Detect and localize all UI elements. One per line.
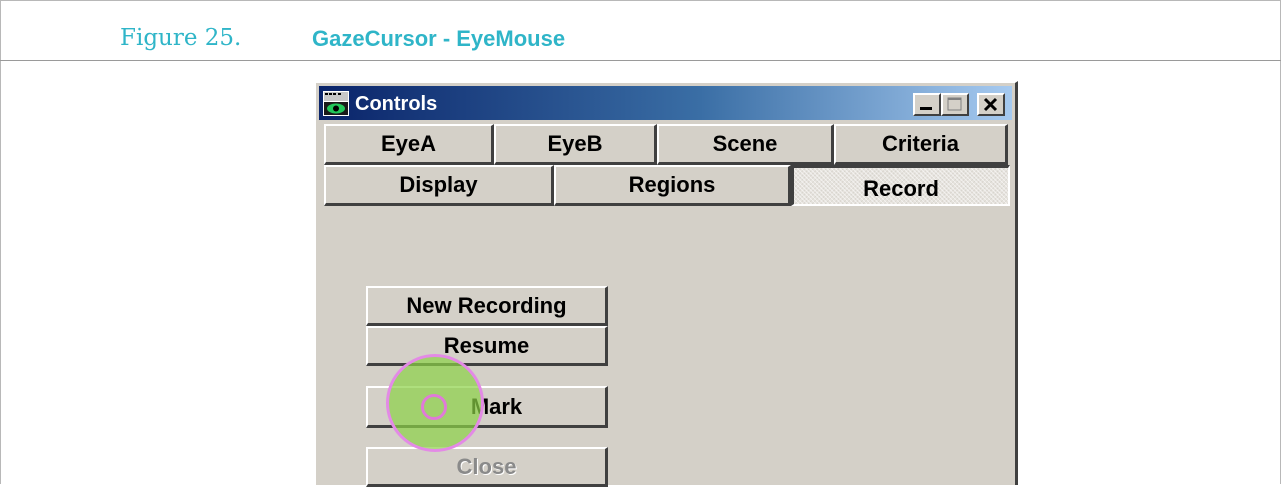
title-bar[interactable]: Controls: [319, 86, 1012, 120]
tab-scene[interactable]: Scene: [657, 124, 834, 165]
gaze-center-icon: [421, 394, 447, 420]
eye-camera-icon: [323, 91, 349, 116]
tab-regions[interactable]: Regions: [554, 165, 791, 206]
tab-criteria[interactable]: Criteria: [834, 124, 1008, 165]
close-icon: [983, 97, 998, 112]
maximize-button[interactable]: [941, 93, 969, 116]
tab-record[interactable]: Record: [791, 165, 1010, 206]
resume-button[interactable]: Resume: [366, 326, 608, 366]
tab-eyea[interactable]: EyeA: [324, 124, 494, 165]
minimize-button[interactable]: [913, 93, 941, 116]
close-window-button[interactable]: [977, 93, 1005, 116]
maximize-icon: [947, 97, 962, 111]
window-title: Controls: [355, 93, 438, 115]
new-recording-button[interactable]: New Recording: [366, 286, 608, 326]
caption-divider: [0, 60, 1281, 61]
close-button: Close: [366, 447, 608, 487]
tab-display[interactable]: Display: [324, 165, 554, 206]
minimize-icon: [920, 107, 932, 110]
figure-title: GazeCursor - EyeMouse: [312, 26, 566, 51]
tab-eyeb[interactable]: EyeB: [494, 124, 657, 165]
figure-number: Figure 25.: [120, 25, 242, 51]
